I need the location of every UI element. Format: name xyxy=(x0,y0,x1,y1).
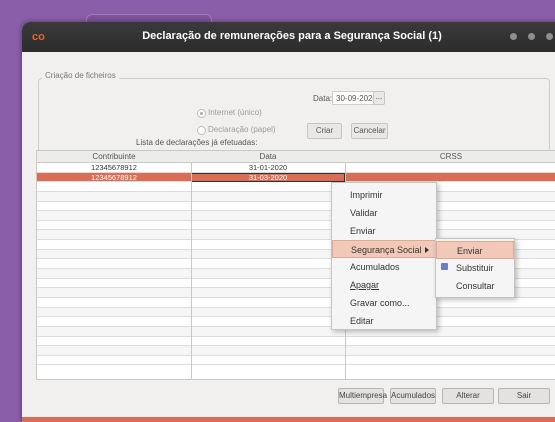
window-title: Declaração de remunerações para a Segura… xyxy=(142,30,442,42)
cancel-button[interactable]: Cancelar xyxy=(351,123,388,139)
radio-internet[interactable] xyxy=(197,109,206,118)
column-header-contribuinte[interactable]: Contribuinte xyxy=(37,151,191,162)
empty-row xyxy=(37,317,555,327)
radio-paper[interactable] xyxy=(197,126,206,135)
menu-item-validar[interactable]: Validar xyxy=(332,204,436,222)
empty-row xyxy=(37,337,555,347)
acumulados-button[interactable]: Acumulados xyxy=(390,388,436,404)
submenu-item-consultar[interactable]: Consultar xyxy=(436,277,514,295)
menu-item-apagar[interactable]: Apagar xyxy=(332,276,436,294)
date-picker-button[interactable]: ... xyxy=(373,91,385,105)
list-title: Lista de declarações já efetuadas: xyxy=(136,138,258,147)
column-header-crss[interactable]: CRSS xyxy=(345,151,555,162)
multiempresa-button[interactable]: Multiempresa xyxy=(338,388,387,404)
radio-internet-label: Internet (único) xyxy=(208,108,262,117)
empty-row xyxy=(37,191,555,202)
date-field[interactable]: 30-09-2020 xyxy=(332,91,379,105)
date-label: Data: xyxy=(313,94,333,103)
empty-row xyxy=(37,346,555,356)
menu-item-seguranca-social[interactable]: Segurança Social xyxy=(332,240,436,258)
app-window: co Declaração de remunerações para a Seg… xyxy=(22,22,555,422)
cell-data: 31-03-2020 xyxy=(248,172,288,182)
table-row[interactable]: 12345678912 31-01-2020 xyxy=(37,163,555,173)
alterar-button[interactable]: Alterar xyxy=(442,388,494,404)
submenu-item-enviar[interactable]: Enviar xyxy=(436,241,514,259)
table-header: Contribuinte Data CRSS xyxy=(37,151,555,163)
empty-row xyxy=(37,202,555,212)
menu-item-editar[interactable]: Editar xyxy=(332,312,436,330)
create-button[interactable]: Criar xyxy=(307,123,342,139)
cell-contribuinte: 12345678912 xyxy=(91,172,137,182)
menu-item-seguranca-social-label: Segurança Social xyxy=(351,245,422,255)
sair-button[interactable]: Sair xyxy=(498,388,550,404)
close-icon[interactable] xyxy=(546,33,553,40)
empty-row xyxy=(37,307,555,318)
empty-row xyxy=(37,298,555,308)
empty-row xyxy=(37,182,555,192)
submenu-item-substituir[interactable]: Substituir xyxy=(436,259,514,277)
menu-item-imprimir[interactable]: Imprimir xyxy=(332,186,436,204)
empty-row xyxy=(37,356,555,366)
table-row-selected[interactable]: 12345678912 31-03-2020 xyxy=(37,172,555,183)
column-header-data[interactable]: Data xyxy=(191,151,345,162)
creation-legend: Criação de ficheiros xyxy=(42,71,119,80)
menu-item-gravar-como[interactable]: Gravar como... xyxy=(332,294,436,312)
cell-contribuinte: 12345678912 xyxy=(91,163,137,172)
column-divider xyxy=(191,162,192,379)
empty-row xyxy=(37,211,555,221)
submenu-arrow-icon xyxy=(425,247,429,253)
menu-item-acumulados[interactable]: Acumulados xyxy=(332,258,436,276)
radio-paper-label: Declaração (papel) xyxy=(208,125,276,134)
menu-item-enviar[interactable]: Enviar xyxy=(332,222,436,240)
submenu: Enviar Substituir Consultar xyxy=(435,238,515,298)
title-bar: co Declaração de remunerações para a Seg… xyxy=(22,22,555,52)
cell-data: 31-01-2020 xyxy=(248,163,288,172)
creation-group xyxy=(38,78,550,156)
maximize-icon[interactable] xyxy=(528,33,535,40)
context-menu: Imprimir Validar Enviar Segurança Social… xyxy=(331,182,437,330)
empty-row xyxy=(37,221,555,231)
minimize-icon[interactable] xyxy=(510,33,517,40)
empty-row xyxy=(37,326,555,337)
